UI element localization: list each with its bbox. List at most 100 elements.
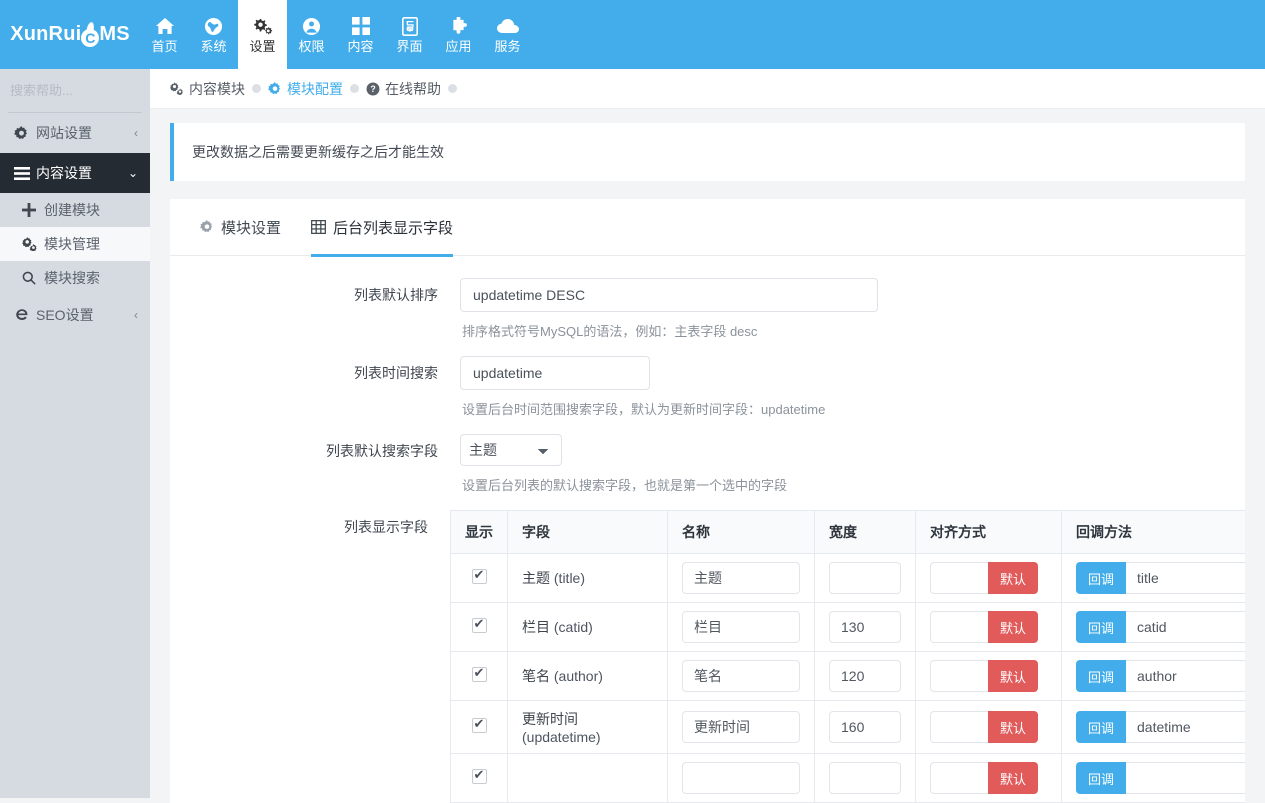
sidebar-item-content-settings[interactable]: 内容设置 ⌄ <box>0 153 164 193</box>
nav-item-content[interactable]: 内容 <box>336 0 385 69</box>
nav-item-system[interactable]: 系统 <box>189 0 238 69</box>
column-header-callback: 回调方法 <box>1061 510 1245 554</box>
column-header-width: 宽度 <box>814 510 916 554</box>
row-align-input[interactable] <box>930 562 988 594</box>
nav-item-interface[interactable]: 界面 <box>385 0 434 69</box>
breadcrumb-label: 内容模块 <box>189 80 245 97</box>
tab-list-display-fields[interactable]: 后台列表显示字段 <box>311 199 454 257</box>
row-display-name-input[interactable] <box>682 711 800 743</box>
field-label: 列表时间搜索 <box>354 365 438 381</box>
row-display-checkbox[interactable] <box>471 616 487 633</box>
row-callback-input[interactable] <box>1126 562 1245 594</box>
row-callback-input[interactable] <box>1126 611 1245 643</box>
sidebar-search[interactable] <box>8 69 204 113</box>
row-width-input[interactable] <box>829 611 901 643</box>
row-callback-input[interactable] <box>1126 660 1245 692</box>
form-row-time-search: 列表时间搜索 设置后台时间范围搜索字段，默认为更新时间字段：updatetime <box>170 356 1245 430</box>
table-header-row: 显示 字段 名称 宽度 对齐方式 回调方法 <box>450 510 1245 554</box>
row-callback-group: 回调 <box>1076 762 1245 794</box>
row-align-default-button[interactable]: 默认 <box>988 711 1039 743</box>
sidebar-subitem-module-manage[interactable]: 模块管理 <box>0 227 150 261</box>
breadcrumb-item-module-config[interactable]: 模块配置 <box>268 79 343 99</box>
row-field-name: 更新时间 (updatetime) <box>507 700 668 754</box>
nav-label: 应用 <box>445 39 472 54</box>
row-field-name: 笔名 (author) <box>507 651 668 701</box>
row-callback-button[interactable]: 回调 <box>1076 711 1127 743</box>
sidebar-item-seo-settings[interactable]: SEO设置 ‹ <box>0 295 150 335</box>
row-callback-button[interactable]: 回调 <box>1076 762 1127 794</box>
top-navigation-bar: XunRui C MS 首页 系统 设置 权限 内容 界面 应用 服务 <box>0 0 1265 69</box>
row-width-input[interactable] <box>829 711 901 743</box>
default-search-field-select[interactable]: 主题 <box>460 434 562 466</box>
row-display-checkbox[interactable] <box>471 767 487 784</box>
breadcrumb-item-content-module[interactable]: 内容模块 <box>170 79 245 99</box>
row-callback-button[interactable]: 回调 <box>1076 611 1127 643</box>
row-display-name-input[interactable] <box>682 762 800 794</box>
main-content-area: 内容模块 模块配置 ? 在线帮助 更改数据之后需要更新缓存之后才能生效 模块设置… <box>150 69 1265 803</box>
row-display-checkbox[interactable] <box>471 665 487 682</box>
row-align-input[interactable] <box>930 611 988 643</box>
row-width-input[interactable] <box>829 660 901 692</box>
html5-icon <box>401 15 418 37</box>
row-align-input[interactable] <box>930 762 988 794</box>
default-sort-input[interactable] <box>460 278 878 312</box>
time-search-input[interactable] <box>460 356 650 390</box>
tab-label: 模块设置 <box>221 219 282 237</box>
row-display-name-input[interactable] <box>682 660 800 692</box>
table-row: 栏目 (catid) 默认 <box>450 602 1245 652</box>
breadcrumb: 内容模块 模块配置 ? 在线帮助 <box>150 69 1265 109</box>
row-display-checkbox[interactable] <box>471 567 487 584</box>
form-row-default-sort: 列表默认排序 排序格式符号MySQL的语法，例如：主表字段 desc <box>170 278 1245 352</box>
row-align-input[interactable] <box>930 660 988 692</box>
breadcrumb-separator-dot <box>252 84 261 93</box>
row-display-name-input[interactable] <box>682 611 800 643</box>
row-callback-input[interactable] <box>1126 762 1245 794</box>
row-align-input[interactable] <box>930 711 988 743</box>
display-fields-table-wrapper: 显示 字段 名称 宽度 对齐方式 回调方法 ✔ 主题 (title) 主题 默认… <box>450 510 1245 803</box>
breadcrumb-separator-dot <box>448 84 457 93</box>
gears-icon <box>22 237 44 251</box>
row-align-group: 默认 <box>930 762 1047 794</box>
row-align-default-button[interactable]: 默认 <box>988 660 1039 692</box>
row-display-name-input[interactable] <box>682 562 800 594</box>
nav-item-permissions[interactable]: 权限 <box>287 0 336 69</box>
sidebar-subitem-module-search[interactable]: 模块搜索 <box>0 261 150 295</box>
sidebar-subitem-label: 创建模块 <box>44 202 100 218</box>
field-cn: 笔名 <box>522 668 550 684</box>
breadcrumb-item-online-help[interactable]: ? 在线帮助 <box>366 79 441 99</box>
logo-text-prefix: XunRui <box>10 23 82 45</box>
field-en: (author) <box>553 668 603 684</box>
row-width-input[interactable] <box>829 562 901 594</box>
field-hint: 排序格式符号MySQL的语法，例如：主表字段 desc <box>462 324 758 339</box>
row-display-checkbox[interactable] <box>471 716 487 733</box>
field-label: 列表显示字段 <box>344 519 428 535</box>
row-align-default-button[interactable]: 默认 <box>988 611 1039 643</box>
chevron-down-icon: ⌄ <box>127 166 138 180</box>
row-field-name <box>507 753 668 803</box>
row-callback-button[interactable]: 回调 <box>1076 660 1127 692</box>
nav-item-settings[interactable]: 设置 <box>238 0 287 69</box>
sidebar-item-label: SEO设置 <box>36 307 94 323</box>
sidebar-item-label: 网站设置 <box>36 125 92 141</box>
gear-icon <box>200 220 214 234</box>
bars-icon <box>14 166 36 180</box>
sidebar-item-site-settings[interactable]: 网站设置 ‹ <box>0 113 150 153</box>
tab-module-settings[interactable]: 模块设置 <box>200 199 281 256</box>
sidebar-subitem-label: 模块管理 <box>44 236 100 252</box>
config-form: 列表默认排序 排序格式符号MySQL的语法，例如：主表字段 desc 列表时间搜… <box>170 256 1245 803</box>
nav-item-apps[interactable]: 应用 <box>434 0 483 69</box>
row-callback-input[interactable] <box>1126 711 1245 743</box>
tab-bar: 模块设置 后台列表显示字段 <box>170 199 1245 257</box>
user-circle-icon <box>302 15 321 37</box>
alert-wrapper: 更改数据之后需要更新缓存之后才能生效 <box>150 109 1265 181</box>
row-callback-button[interactable]: 回调 <box>1076 562 1127 594</box>
plugin-icon <box>449 15 468 37</box>
app-logo[interactable]: XunRui C MS <box>0 0 140 69</box>
row-width-input[interactable] <box>829 762 901 794</box>
row-align-default-button[interactable]: 默认 <box>988 762 1039 794</box>
column-header-name: 名称 <box>667 510 815 554</box>
sidebar-subitem-create-module[interactable]: 创建模块 <box>0 193 150 227</box>
nav-item-services[interactable]: 服务 <box>483 0 532 69</box>
nav-item-home[interactable]: 首页 <box>140 0 189 69</box>
row-align-default-button[interactable]: 默认 <box>988 562 1039 594</box>
